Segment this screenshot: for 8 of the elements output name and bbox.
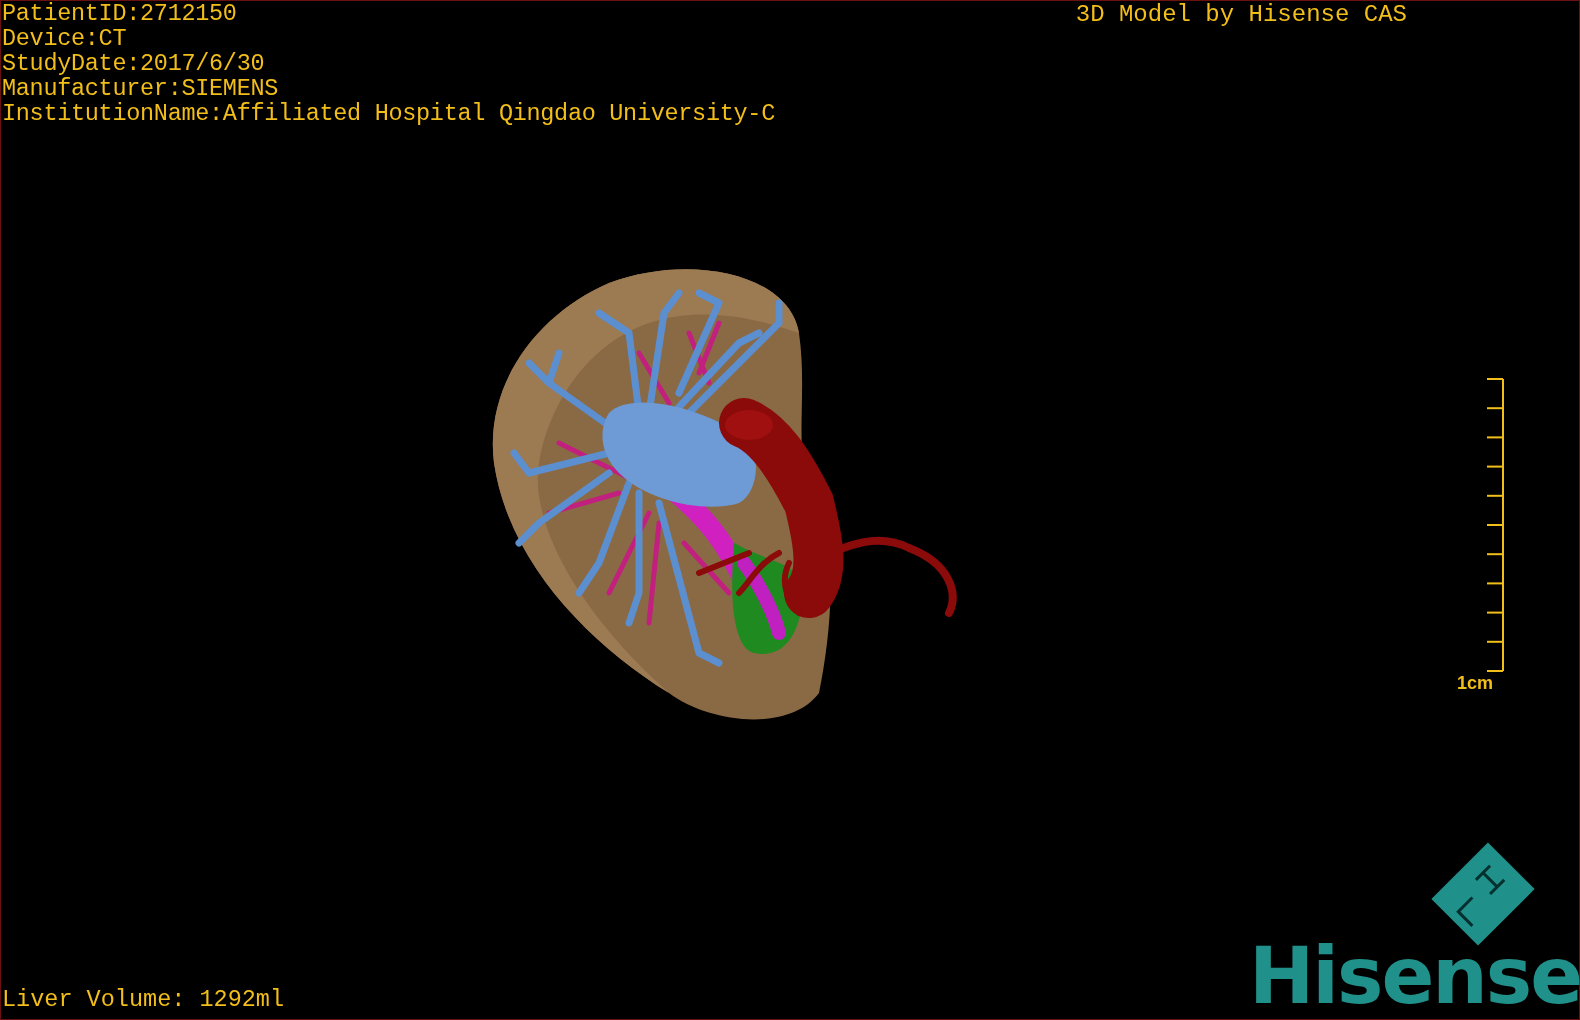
study-info-text: Manufacturer:SIEMENS [2, 76, 280, 101]
liver-volume-text: Liver Volume: 1292ml [1, 986, 285, 1015]
study-info-text: PatientID:2712150 [2, 1, 238, 26]
scale-bar-label: 1cm [1457, 672, 1494, 694]
study-info-text: InstitutionName:Affiliated Hospital Qingdao University-C [2, 101, 775, 126]
model-credit-text: 3D Model by Hisense CAS [1075, 1, 1407, 29]
study-info-text: Device:CT [2, 26, 128, 51]
study-info-text: StudyDate:2017/6/30 [2, 51, 266, 76]
